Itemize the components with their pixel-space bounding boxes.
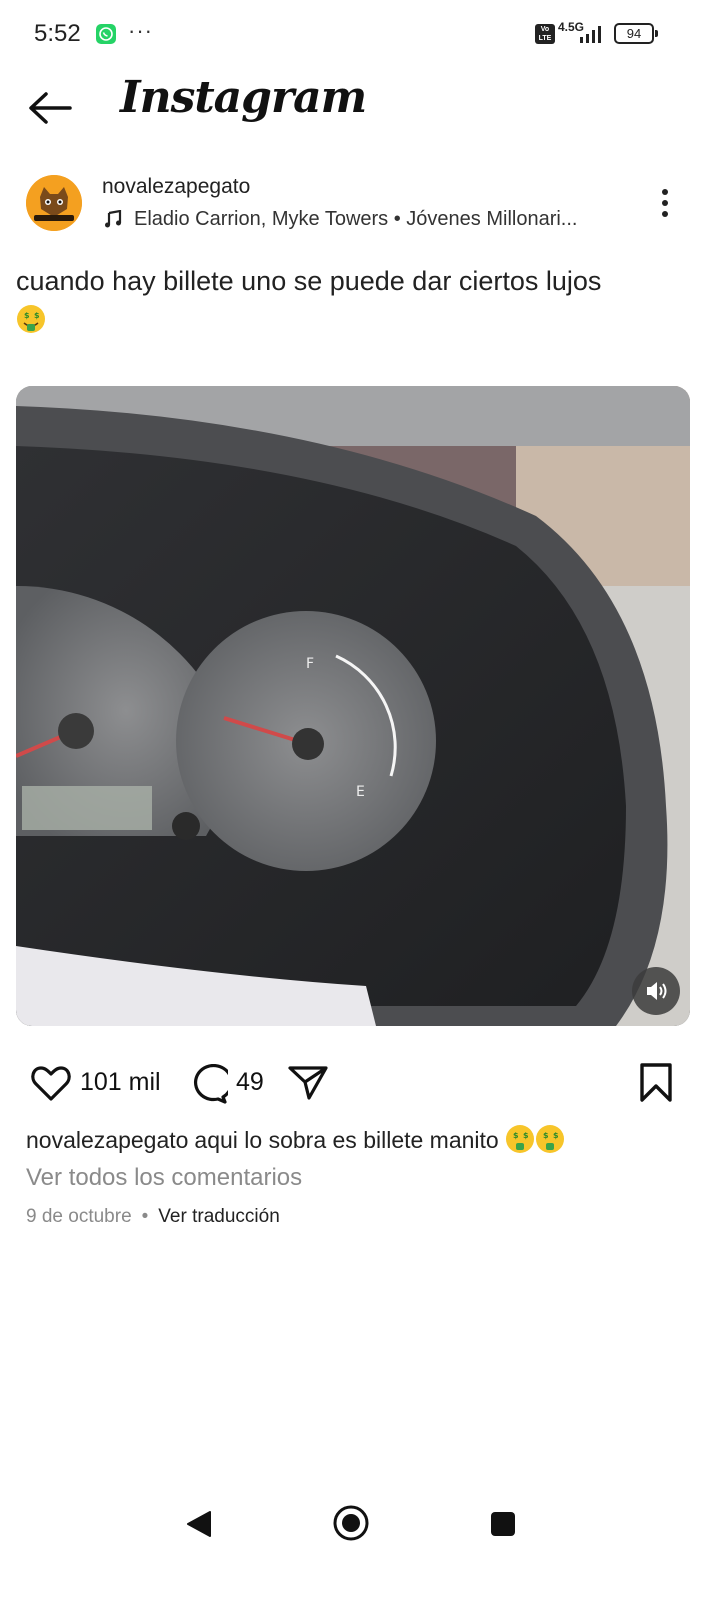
status-time: 5:52 bbox=[34, 20, 81, 47]
comment-username[interactable]: novalezapegato bbox=[26, 1127, 188, 1153]
heart-icon bbox=[31, 1066, 71, 1101]
music-note-icon bbox=[104, 209, 122, 228]
battery-icon: 94 bbox=[614, 23, 658, 44]
like-count: 101 mil bbox=[80, 1068, 161, 1096]
audio-track-link[interactable]: Eladio Carrion, Myke Towers • Jóvenes Mi… bbox=[134, 208, 614, 231]
post-header: novalezapegato Eladio Carrion, Myke Towe… bbox=[0, 170, 720, 236]
kebab-menu-icon bbox=[662, 189, 668, 195]
money-mouth-face-icon: $ $ bbox=[535, 1124, 565, 1154]
triangle-back-icon bbox=[187, 1511, 211, 1537]
separator-dot: • bbox=[141, 1206, 149, 1227]
like-button[interactable] bbox=[30, 1064, 72, 1102]
post-username[interactable]: novalezapegato bbox=[102, 175, 250, 199]
svg-text:$: $ bbox=[24, 311, 30, 320]
more-notifications-icon: ··· bbox=[128, 18, 153, 43]
square-recents-icon bbox=[491, 1512, 515, 1536]
view-all-comments-link[interactable]: Ver todos los comentarios bbox=[26, 1164, 302, 1192]
sound-toggle-button[interactable] bbox=[632, 967, 680, 1015]
avatar[interactable] bbox=[26, 175, 82, 231]
signal-strength-icon bbox=[576, 24, 606, 44]
nav-back-button[interactable] bbox=[184, 1508, 214, 1540]
instagram-logo: Instagram bbox=[120, 72, 367, 123]
status-bar: 5:52 ··· Vo LTE 4.5G 94 bbox=[0, 0, 720, 70]
svg-text:$: $ bbox=[523, 1131, 529, 1140]
svg-text:$: $ bbox=[34, 311, 40, 320]
nav-recents-button[interactable] bbox=[489, 1510, 517, 1538]
comment-bubble-icon bbox=[194, 1063, 234, 1104]
whatsapp-notification-icon bbox=[96, 24, 116, 44]
post-meta: 9 de octubre • Ver traducción bbox=[26, 1206, 280, 1228]
post-video[interactable]: E F bbox=[16, 386, 690, 1026]
paper-plane-icon bbox=[288, 1066, 328, 1100]
arrow-left-icon bbox=[29, 92, 72, 124]
money-mouth-face-icon: $ $ bbox=[16, 304, 46, 334]
comment-button[interactable] bbox=[186, 1063, 234, 1104]
back-button[interactable] bbox=[26, 90, 74, 126]
save-button[interactable] bbox=[636, 1062, 676, 1104]
svg-text:$: $ bbox=[513, 1131, 519, 1140]
money-mouth-face-icon: $ $ bbox=[505, 1124, 535, 1154]
svg-text:F: F bbox=[306, 656, 314, 672]
nav-home-button[interactable] bbox=[332, 1504, 370, 1542]
comment-text: aqui lo sobra es billete manito bbox=[194, 1127, 499, 1153]
volte-icon: Vo LTE bbox=[535, 24, 555, 44]
svg-text:E: E bbox=[356, 784, 365, 800]
post-date: 9 de octubre bbox=[26, 1206, 132, 1227]
circle-home-icon bbox=[333, 1505, 369, 1541]
comment-count: 49 bbox=[236, 1068, 264, 1096]
app-header: Instagram bbox=[0, 70, 720, 150]
post-actions: 101 mil 49 bbox=[0, 1058, 720, 1108]
bookmark-icon bbox=[640, 1063, 672, 1102]
caption-text: cuando hay billete uno se puede dar cier… bbox=[16, 266, 602, 296]
top-comment: novalezapegato aqui lo sobra es billete m… bbox=[26, 1124, 706, 1154]
translate-link[interactable]: Ver traducción bbox=[158, 1206, 279, 1227]
svg-text:$: $ bbox=[553, 1131, 559, 1140]
speaker-icon bbox=[647, 982, 667, 1000]
share-button[interactable] bbox=[287, 1064, 329, 1102]
system-nav-bar bbox=[0, 1490, 720, 1560]
post-caption: cuando hay billete uno se puede dar cier… bbox=[16, 262, 706, 338]
more-options-button[interactable] bbox=[650, 186, 680, 222]
svg-text:$: $ bbox=[543, 1131, 549, 1140]
